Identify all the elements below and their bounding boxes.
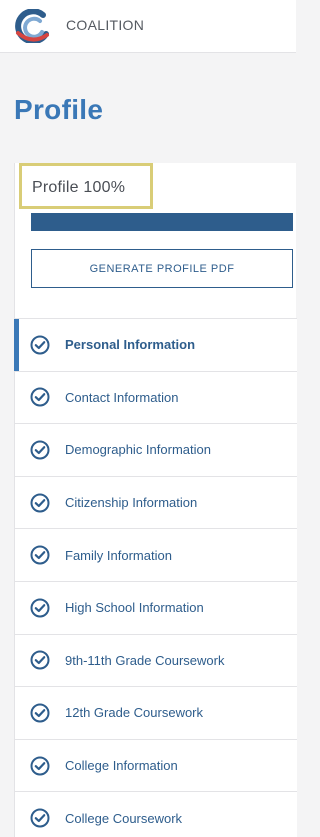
progress-bar	[31, 213, 293, 231]
sidebar-item-college-information[interactable]: College Information	[15, 739, 297, 793]
check-circle-icon	[30, 335, 50, 355]
sidebar-item-family-information[interactable]: Family Information	[15, 529, 297, 582]
brand-name[interactable]: COALITION	[66, 17, 144, 33]
check-circle-icon	[30, 808, 50, 828]
sidebar-item-label: College Information	[65, 758, 178, 774]
check-circle-icon	[30, 650, 50, 670]
coalition-logo-icon[interactable]	[13, 9, 51, 43]
progress-label: Profile 100%	[32, 179, 126, 196]
sidebar-item-demographic-information[interactable]: Demographic Information	[15, 424, 297, 477]
sidebar-item-label: College Coursework	[65, 810, 183, 826]
check-circle-icon	[30, 387, 50, 407]
sidebar-item-9th-11th-grade-coursework[interactable]: 9th-11th Grade Coursework	[15, 634, 297, 688]
progress-bar-fill	[31, 213, 293, 231]
profile-section-nav: Personal Information Contact Information D…	[14, 318, 297, 837]
top-bar: COALITION	[0, 0, 296, 53]
profile-panel: Profile 100% GENERATE PROFILE PDF Person…	[14, 163, 297, 837]
generate-profile-pdf-button[interactable]: GENERATE PROFILE PDF	[31, 249, 293, 288]
sidebar-item-contact-information[interactable]: Contact Information	[15, 371, 297, 425]
sidebar-item-personal-information[interactable]: Personal Information	[14, 319, 297, 372]
sidebar-item-label: 9th-11th Grade Coursework	[65, 652, 225, 668]
check-circle-icon	[30, 440, 50, 460]
check-circle-icon	[30, 756, 50, 776]
check-circle-icon	[30, 493, 50, 513]
sidebar-item-label: Demographic Information	[65, 442, 211, 458]
sidebar-item-high-school-information[interactable]: High School Information	[15, 581, 297, 635]
progress-label-highlight: Profile 100%	[19, 163, 153, 209]
page-title: Profile	[14, 94, 104, 125]
sidebar-item-12th-grade-coursework[interactable]: 12th Grade Coursework	[15, 687, 297, 740]
check-circle-icon	[30, 545, 50, 565]
sidebar-item-label: Contact Information	[65, 389, 179, 405]
sidebar-item-college-coursework[interactable]: College Coursework	[15, 792, 297, 837]
sidebar-item-citizenship-information[interactable]: Citizenship Information	[15, 476, 297, 530]
check-circle-icon	[30, 598, 50, 618]
sidebar-item-label: Family Information	[65, 547, 172, 563]
sidebar-item-label: 12th Grade Coursework	[65, 705, 204, 721]
sidebar-item-label: High School Information	[65, 600, 204, 616]
sidebar-item-label: Personal Information	[65, 337, 196, 353]
sidebar-item-label: Citizenship Information	[65, 495, 198, 511]
check-circle-icon	[30, 703, 50, 723]
